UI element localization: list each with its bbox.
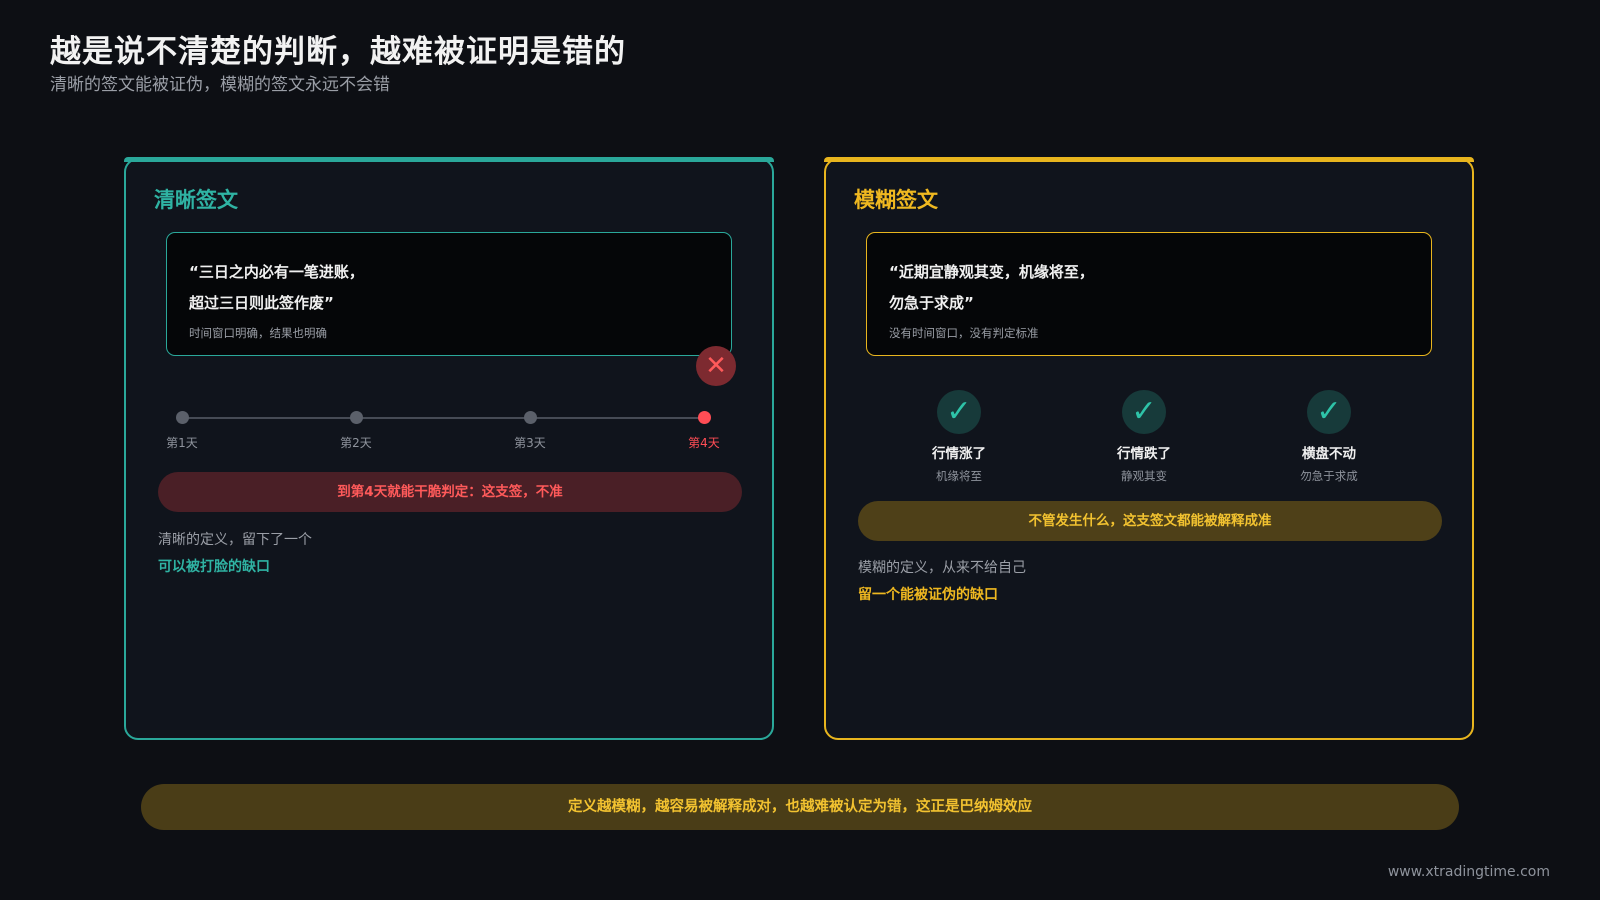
timeline-label-day4: 第4天 — [688, 436, 720, 450]
vague-note-line-2: 留一个能被证伪的缺口 — [858, 587, 998, 603]
quote-line-2: 勿急于求成” — [889, 294, 974, 312]
outcome-item-flat: ✓ 横盘不动 勿急于求成 — [1269, 390, 1389, 484]
footer-url: www.xtradingtime.com — [1387, 864, 1550, 880]
outcome-label: 行情涨了 — [932, 446, 986, 462]
check-icon: ✓ — [1122, 390, 1166, 434]
close-x-icon: ✕ — [696, 346, 736, 386]
clear-signature-card: 清晰签文 “三日之内必有一笔进账， 超过三日则此签作废” 时间窗口明确，结果也明… — [124, 157, 774, 740]
clear-note-line-1: 清晰的定义，留下了一个 — [158, 532, 312, 548]
vague-card-title: 模糊签文 — [854, 188, 938, 212]
timeline-label-day2: 第2天 — [340, 436, 372, 450]
summary-banner: 定义越模糊，越容易被解释成对，也越难被认定为错，这正是巴纳姆效应 — [141, 784, 1459, 830]
outcome-item-down: ✓ 行情跌了 静观其变 — [1084, 390, 1204, 484]
outcome-sub: 勿急于求成 — [1300, 469, 1358, 483]
clear-verdict-banner: 到第4天就能干脆判定：这支签，不准 — [158, 472, 742, 512]
quote-line-1: “近期宜静观其变，机缘将至， — [889, 263, 1094, 281]
page-title: 越是说不清楚的判断，越难被证明是错的 — [50, 34, 626, 70]
clear-note-line-2: 可以被打脸的缺口 — [158, 559, 270, 575]
outcome-label: 行情跌了 — [1117, 446, 1171, 462]
quote-line-2: 超过三日则此签作废” — [189, 294, 334, 312]
check-icon: ✓ — [1307, 390, 1351, 434]
page-subtitle: 清晰的签文能被证伪，模糊的签文永远不会错 — [50, 75, 390, 95]
vague-note-line-1: 模糊的定义，从来不给自己 — [858, 560, 1026, 576]
outcome-item-up: ✓ 行情涨了 机缘将至 — [899, 390, 1019, 484]
outcome-sub: 静观其变 — [1121, 469, 1167, 483]
quote-note: 时间窗口明确，结果也明确 — [189, 326, 327, 340]
clear-card-title: 清晰签文 — [154, 188, 238, 212]
card-accent-bar — [124, 157, 774, 162]
timeline-dot-day4 — [698, 411, 711, 424]
timeline-label-day3: 第3天 — [514, 436, 546, 450]
timeline-dot-day1 — [176, 411, 189, 424]
card-accent-bar — [824, 157, 1474, 162]
clear-quote-box: “三日之内必有一笔进账， 超过三日则此签作废” 时间窗口明确，结果也明确 — [166, 232, 732, 356]
vague-quote-box: “近期宜静观其变，机缘将至， 勿急于求成” 没有时间窗口，没有判定标准 — [866, 232, 1432, 356]
vague-signature-card: 模糊签文 “近期宜静观其变，机缘将至， 勿急于求成” 没有时间窗口，没有判定标准… — [824, 157, 1474, 740]
vague-verdict-banner: 不管发生什么，这支签文都能被解释成准 — [858, 501, 1442, 541]
outcome-sub: 机缘将至 — [936, 469, 982, 483]
check-icon: ✓ — [937, 390, 981, 434]
timeline-label-day1: 第1天 — [166, 436, 198, 450]
quote-note: 没有时间窗口，没有判定标准 — [889, 326, 1039, 340]
timeline-dot-day2 — [350, 411, 363, 424]
timeline-track — [182, 417, 706, 419]
outcome-label: 横盘不动 — [1302, 446, 1356, 462]
timeline-dot-day3 — [524, 411, 537, 424]
quote-line-1: “三日之内必有一笔进账， — [189, 263, 364, 281]
